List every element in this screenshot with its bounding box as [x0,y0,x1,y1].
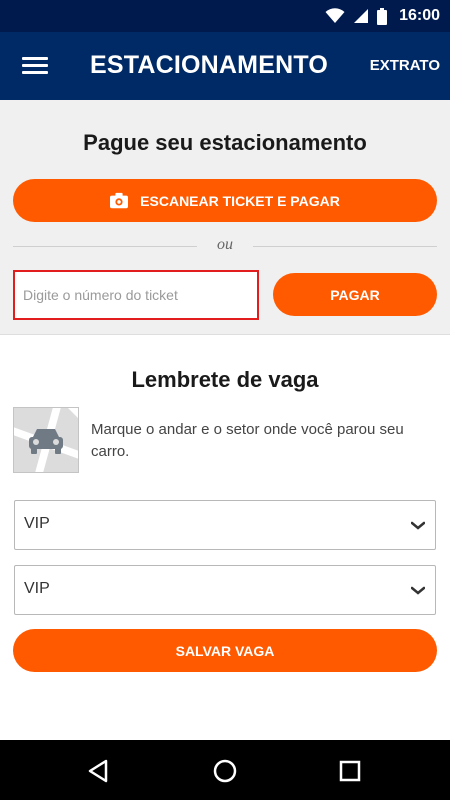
home-icon[interactable] [212,758,238,784]
status-bar: 16:00 [0,0,450,32]
chevron-down-icon [411,521,425,530]
extrato-button[interactable]: EXTRATO [370,57,440,74]
ticket-number-input[interactable] [13,270,259,320]
chevron-down-icon [411,586,425,595]
sector-select-value: VIP [24,580,50,597]
pay-button-label: PAGAR [330,286,380,303]
wifi-icon [325,8,345,23]
car-map-icon [13,407,79,473]
save-spot-label: SALVAR VAGA [175,642,275,659]
reminder-description: Marque o andar e o setor onde você parou… [91,421,404,460]
back-icon[interactable] [86,758,112,784]
menu-icon[interactable] [22,54,48,76]
app-bar: ESTACIONAMENTO EXTRATO [0,32,450,100]
divider-line [253,246,437,247]
status-icons: 16:00 [325,6,440,26]
reminder-heading: Lembrete de vaga [131,367,319,392]
status-time: 16:00 [399,7,440,24]
scan-ticket-button[interactable]: ESCANEAR TICKET E PAGAR [13,179,437,222]
pay-heading: Pague seu estacionamento [83,130,367,155]
pay-section: Pague seu estacionamento ESCANEAR TICKET… [0,100,450,335]
divider-text: ou [217,236,233,253]
signal-icon [354,9,369,23]
pay-button[interactable]: PAGAR [273,273,437,316]
camera-icon [110,192,129,208]
page-title: ESTACIONAMENTO [90,51,328,79]
floor-select-value: VIP [24,515,50,532]
save-spot-button[interactable]: SALVAR VAGA [13,629,437,672]
scan-ticket-label: ESCANEAR TICKET E PAGAR [140,192,340,209]
floor-select[interactable]: VIP [14,500,436,550]
system-nav-bar [0,740,450,800]
recents-icon[interactable] [337,758,363,784]
battery-icon [377,7,388,25]
sector-select[interactable]: VIP [14,565,436,615]
or-divider: ou [13,236,437,256]
